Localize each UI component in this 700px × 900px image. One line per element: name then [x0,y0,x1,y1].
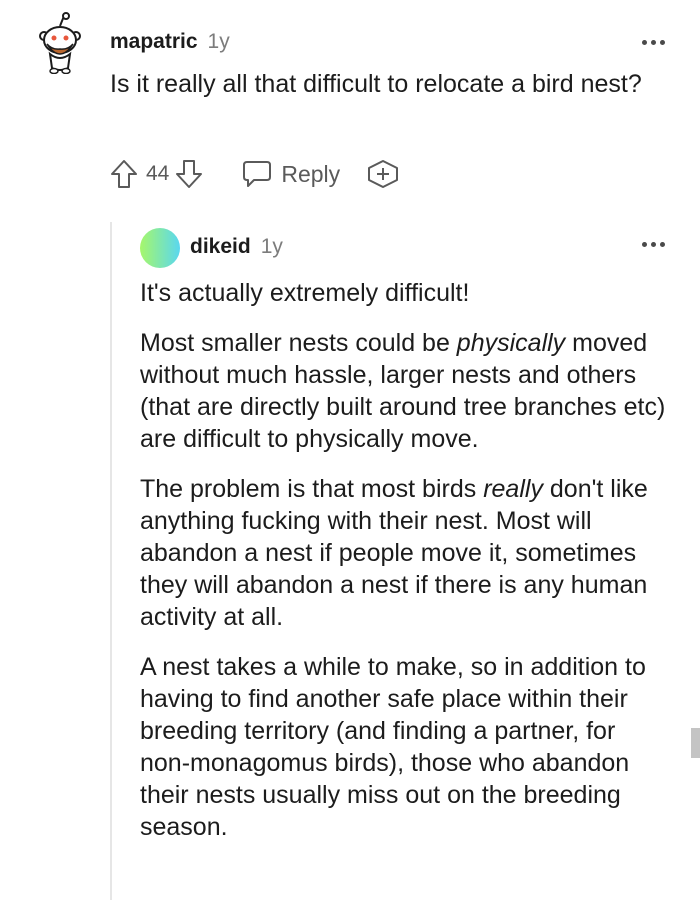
reply-paragraph: A nest takes a while to make, so in addi… [140,653,646,841]
reply-age: 1y [260,235,283,258]
scrollbar-thumb[interactable] [691,728,700,758]
thread-line[interactable] [110,222,112,900]
reply-button[interactable]: Reply [241,159,340,189]
comment-avatar[interactable] [38,12,82,75]
reply-paragraph: Most smaller nests could be physically m… [140,329,666,453]
reply-label: Reply [281,160,341,187]
reply-paragraph: It's actually extremely difficult! [140,279,470,307]
downvote-icon[interactable] [175,158,203,190]
award-icon[interactable] [366,159,400,189]
reply-more-options-icon[interactable] [642,242,665,247]
reply-username[interactable]: dikeid [190,235,251,259]
upvote-icon[interactable] [110,158,138,190]
vote-count: 44 [146,162,170,185]
reply-paragraph: The problem is that most birds really do… [140,475,648,631]
comment-username[interactable]: mapatric [110,30,198,54]
comment-age: 1y [207,30,230,53]
comment-meta: mapatric 1y [110,30,230,54]
snoo-avatar-icon [39,12,81,75]
comment-actions: 44 Reply [110,156,400,192]
reply-body: It's actually extremely difficult! Most … [140,277,670,843]
comment-more-options-icon[interactable] [642,40,665,45]
reply-meta: dikeid 1y [190,235,283,259]
reply-avatar[interactable] [140,228,180,268]
chat-bubble-icon [243,161,272,187]
comment-body: Is it really all that difficult to reloc… [110,70,642,98]
